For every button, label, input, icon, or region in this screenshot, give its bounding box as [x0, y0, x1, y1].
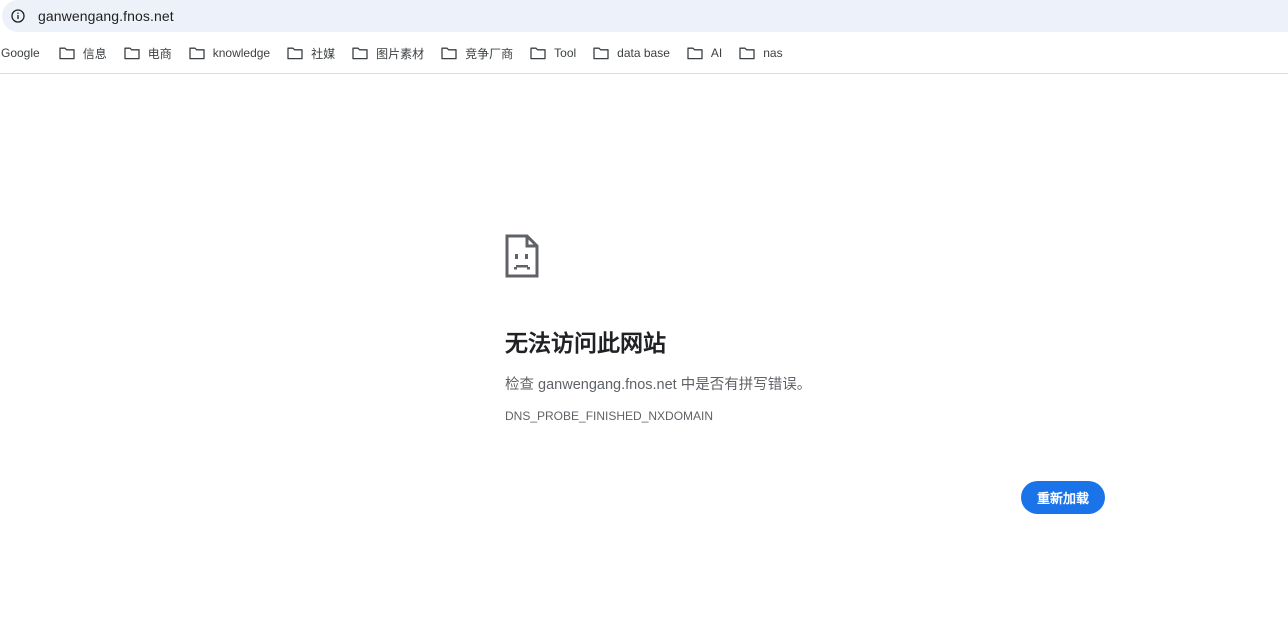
bookmark-folder-tool[interactable]: Tool — [529, 39, 584, 67]
bookmark-folder-dianshang[interactable]: 电商 — [123, 39, 180, 67]
folder-icon — [440, 44, 458, 62]
folder-icon — [686, 44, 704, 62]
reload-button[interactable]: 重新加载 — [1021, 481, 1105, 514]
sad-page-icon — [505, 234, 539, 278]
info-icon[interactable] — [8, 6, 28, 26]
bookmark-folder-ai[interactable]: AI — [686, 39, 730, 67]
folder-icon — [592, 44, 610, 62]
bookmark-folder-shemei[interactable]: 社媒 — [286, 39, 343, 67]
bookmark-label: 电商 — [147, 46, 172, 61]
bookmark-label: Google — [1, 46, 40, 60]
bookmark-folder-nas[interactable]: nas — [738, 39, 790, 67]
bookmark-label: nas — [763, 46, 783, 60]
bookmark-label: 信息 — [82, 46, 107, 61]
folder-icon — [738, 44, 756, 62]
bookmark-folder-tupiansucai[interactable]: 图片素材 — [351, 39, 432, 67]
bookmark-google[interactable]: Google — [0, 39, 58, 67]
error-panel: 无法访问此网站 检查 ganwengang.fnos.net 中是否有拼写错误。… — [505, 234, 1105, 423]
folder-icon — [58, 44, 76, 62]
error-title: 无法访问此网站 — [505, 330, 666, 356]
folder-icon — [351, 44, 369, 62]
bookmark-label: knowledge — [212, 46, 271, 60]
bookmark-label: Tool — [554, 46, 577, 60]
folder-icon — [188, 44, 206, 62]
folder-icon — [123, 44, 141, 62]
url-text[interactable]: ganwengang.fnos.net — [38, 8, 174, 24]
bookmark-label: 图片素材 — [376, 46, 425, 61]
error-description: 检查 ganwengang.fnos.net 中是否有拼写错误。 — [505, 377, 812, 393]
toolbar-divider — [0, 73, 1288, 74]
bookmark-folder-database[interactable]: data base — [592, 39, 678, 67]
error-code: DNS_PROBE_FINISHED_NXDOMAIN — [505, 409, 714, 423]
bookmark-label: 竞争厂商 — [465, 46, 514, 61]
address-bar[interactable]: ganwengang.fnos.net — [2, 0, 1288, 32]
folder-icon — [286, 44, 304, 62]
folder-icon — [529, 44, 547, 62]
bookmark-label: data base — [617, 46, 670, 60]
bookmarks-bar: Google 信息 电商 knowledge 社媒 图片素材 竞争厂商 Tool… — [0, 37, 799, 69]
bookmark-folder-xinxi[interactable]: 信息 — [58, 39, 115, 67]
address-bar-row: ganwengang.fnos.net — [0, 0, 1288, 33]
bookmark-folder-knowledge[interactable]: knowledge — [188, 39, 278, 67]
bookmark-label: AI — [710, 46, 723, 60]
bookmark-folder-jingzhengchangshang[interactable]: 竞争厂商 — [440, 39, 521, 67]
bookmark-label: 社媒 — [311, 46, 336, 61]
